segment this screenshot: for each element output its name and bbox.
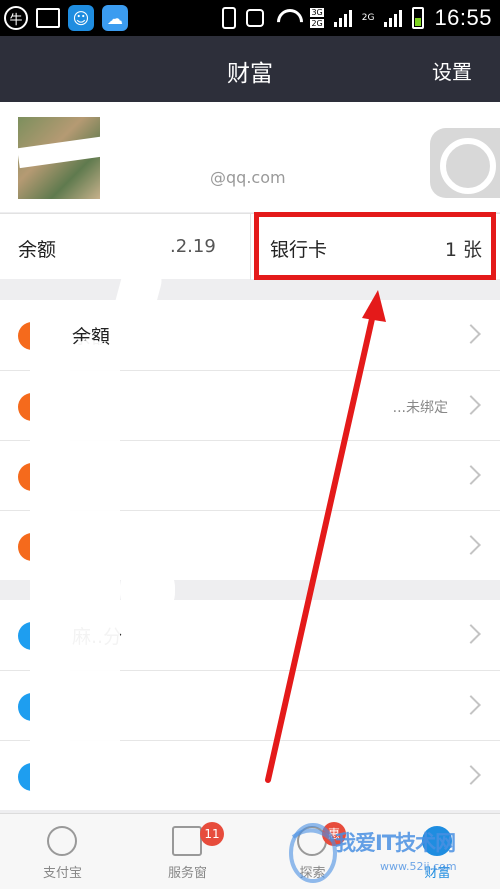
balance-label: 余额 xyxy=(18,239,57,261)
page-title: 财富 xyxy=(227,61,273,87)
network-2g-small: 2G xyxy=(361,13,375,23)
sesame-credit-icon xyxy=(18,622,46,650)
alipay-icon xyxy=(47,826,77,856)
tab-label: 探索 xyxy=(299,866,326,881)
menu-icon xyxy=(18,533,46,561)
balance-cell[interactable]: 余额 .2.19 xyxy=(0,214,250,280)
account-email: @qq.com xyxy=(210,168,286,187)
list-item[interactable] xyxy=(0,670,500,740)
cloud-icon: ☁ xyxy=(102,5,128,31)
chevron-right-icon xyxy=(461,324,481,344)
list-item[interactable] xyxy=(0,740,500,810)
clock: 16:55 xyxy=(434,5,492,30)
star-icon xyxy=(172,826,202,856)
annotation-highlight-box xyxy=(254,212,496,280)
menu-icon xyxy=(18,693,46,721)
balance-value: .2.19 xyxy=(170,236,216,257)
screenshot-icon xyxy=(246,9,265,27)
profile-card[interactable]: @qq.com xyxy=(0,102,500,212)
tab-alipay[interactable]: 支付宝 xyxy=(0,814,125,889)
list-item[interactable]: 麻..分 xyxy=(0,600,500,670)
list-item[interactable] xyxy=(0,440,500,510)
item-label: 余額 xyxy=(72,326,111,348)
network-2g-label: 2G xyxy=(310,19,324,28)
tab-explore[interactable]: 惠 探索 xyxy=(250,814,375,889)
battery-icon xyxy=(412,7,425,29)
chevron-right-icon xyxy=(461,624,481,644)
notification-badge: 11 xyxy=(200,822,224,846)
tab-label: 服务窗 xyxy=(167,866,207,881)
title-bar: 财富 设置 xyxy=(0,36,500,102)
vibrate-icon xyxy=(222,7,237,29)
chevron-right-icon xyxy=(461,465,481,485)
settings-button[interactable]: 设置 xyxy=(432,56,472,85)
chevron-right-icon xyxy=(461,395,481,415)
tab-label: 财富 xyxy=(424,866,451,881)
status-bar: 牛 ☺ ☁ 3G 2G 2G 16:55 xyxy=(0,0,500,36)
notification-icons: 牛 ☺ ☁ xyxy=(4,4,128,32)
discount-badge: 惠 xyxy=(322,822,346,846)
signal-icon-2 xyxy=(384,9,403,27)
bottom-tab-bar: 支付宝 11 服务窗 惠 探索 财富 xyxy=(0,813,500,889)
menu-icon xyxy=(18,393,46,421)
chevron-right-icon xyxy=(461,535,481,555)
qq-icon: ☺ xyxy=(68,5,94,31)
list-item[interactable] xyxy=(0,510,500,580)
yuebao-icon xyxy=(18,322,46,350)
wealth-icon xyxy=(422,826,452,856)
item-label: 麻..分 xyxy=(72,626,123,648)
menu-group-1: 余額 ...未绑定 xyxy=(0,300,500,580)
tab-label: 支付宝 xyxy=(42,866,82,881)
menu-icon xyxy=(18,763,46,791)
membership-icon[interactable] xyxy=(430,128,500,198)
system-icons: 3G 2G 2G 16:55 xyxy=(222,4,492,32)
tab-wealth[interactable]: 财富 xyxy=(375,814,500,889)
alipay-wealth-screen: 牛 ☺ ☁ 3G 2G 2G 16:55 财富 设置 @qq.com 余额 .2… xyxy=(0,0,500,889)
list-item[interactable]: 余額 xyxy=(0,300,500,370)
divider xyxy=(250,214,251,280)
item-status: ...未绑定 xyxy=(392,400,448,416)
gallery-icon xyxy=(36,8,60,28)
tab-service-window[interactable]: 11 服务窗 xyxy=(125,814,250,889)
signal-icon xyxy=(333,9,352,27)
menu-icon xyxy=(18,463,46,491)
network-type-icon: 3G 2G xyxy=(310,7,324,29)
wifi-icon xyxy=(274,9,300,27)
chevron-right-icon xyxy=(461,695,481,715)
network-3g-label: 3G xyxy=(310,8,324,17)
list-item[interactable]: ...未绑定 xyxy=(0,370,500,440)
chevron-right-icon xyxy=(461,765,481,785)
ox-icon: 牛 xyxy=(4,6,28,30)
menu-group-2: 麻..分 xyxy=(0,600,500,810)
